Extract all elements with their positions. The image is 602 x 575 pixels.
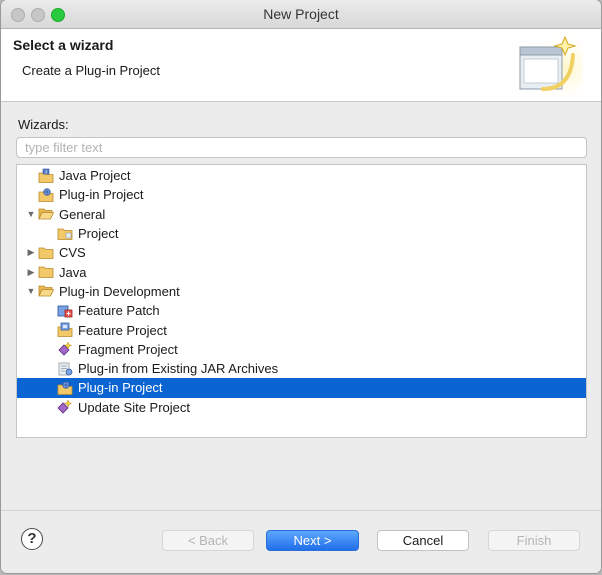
- folder-icon: [37, 263, 55, 281]
- tree-item-plug-in-development[interactable]: ▼ Plug-in Development: [17, 282, 586, 301]
- window-title: New Project: [263, 6, 339, 22]
- tree-item-plug-in-project[interactable]: Plug-in Project: [17, 378, 586, 398]
- wizard-banner-icon: [513, 33, 583, 97]
- button-bar: ? < Back Next > Cancel Finish: [1, 510, 601, 573]
- tree-item-label: Plug-in Project: [59, 187, 144, 203]
- finish-button[interactable]: Finish: [488, 530, 580, 551]
- back-button[interactable]: < Back: [162, 530, 254, 551]
- tree-item-fragment-project[interactable]: Fragment Project: [17, 340, 586, 359]
- page-title: Select a wizard: [13, 37, 114, 53]
- tree-item-label: Feature Patch: [78, 303, 160, 319]
- svg-text:J: J: [45, 169, 47, 174]
- tree-item-java[interactable]: ▶ Java: [17, 262, 586, 281]
- tree-item-label: General: [59, 206, 106, 222]
- tree-item-label: Plug-in Project: [78, 380, 163, 396]
- tree-item-label: Plug-in Development: [59, 283, 180, 299]
- help-button[interactable]: ?: [21, 528, 43, 550]
- java-project-icon: J: [37, 167, 55, 185]
- fragment-project-icon: [56, 340, 74, 358]
- new-project-dialog: New Project Select a wizard Create a Plu…: [1, 0, 601, 573]
- wizards-label: Wizards:: [18, 117, 69, 132]
- wizard-tree[interactable]: J Java Project Plug-in Project ▼ General Proj…: [16, 164, 587, 438]
- tree-item-label: Feature Project: [78, 322, 167, 338]
- folder-open-icon: [37, 282, 55, 300]
- project-icon: [56, 225, 74, 243]
- tree-item-java-project[interactable]: J Java Project: [17, 166, 586, 185]
- collapse-triangle-icon[interactable]: ▶: [25, 247, 37, 259]
- tree-item-label: Project: [78, 226, 119, 242]
- plugin-project-icon: [37, 186, 55, 204]
- plugin-from-jar-icon: [56, 360, 74, 378]
- tree-item-label: Fragment Project: [78, 341, 178, 357]
- tree-item-label: Plug-in from Existing JAR Archives: [78, 361, 279, 377]
- collapse-triangle-icon[interactable]: ▶: [25, 266, 37, 278]
- tree-item-feature-project[interactable]: Feature Project: [17, 320, 586, 339]
- tree-item-update-site-project[interactable]: Update Site Project: [17, 398, 586, 417]
- update-site-icon: [56, 398, 74, 416]
- tree-item-label: CVS: [59, 245, 86, 261]
- tree-item-feature-patch[interactable]: Feature Patch: [17, 301, 586, 320]
- feature-project-icon: [56, 321, 74, 339]
- cancel-button[interactable]: Cancel: [377, 530, 469, 551]
- folder-open-icon: [37, 205, 55, 223]
- tree-item-label: Update Site Project: [78, 399, 191, 415]
- tree-item-plug-in-project[interactable]: Plug-in Project: [17, 185, 586, 204]
- feature-patch-icon: [56, 302, 74, 320]
- tree-item-plug-in-from-existing-jar-archives[interactable]: Plug-in from Existing JAR Archives: [17, 359, 586, 378]
- wizard-header: Select a wizard Create a Plug-in Project: [1, 29, 601, 102]
- plugin-project-icon: [56, 379, 74, 397]
- tree-item-project[interactable]: Project: [17, 224, 586, 243]
- filter-input[interactable]: [16, 137, 587, 158]
- expand-triangle-icon[interactable]: ▼: [25, 208, 37, 220]
- page-description: Create a Plug-in Project: [22, 63, 161, 78]
- expand-triangle-icon[interactable]: ▼: [25, 285, 37, 297]
- title-bar[interactable]: New Project: [1, 0, 601, 29]
- tree-item-label: Java: [59, 264, 87, 280]
- tree-item-label: Java Project: [59, 168, 131, 184]
- next-button[interactable]: Next >: [266, 530, 359, 551]
- folder-icon: [37, 244, 55, 262]
- tree-item-cvs[interactable]: ▶ CVS: [17, 243, 586, 262]
- tree-item-general[interactable]: ▼ General: [17, 205, 586, 224]
